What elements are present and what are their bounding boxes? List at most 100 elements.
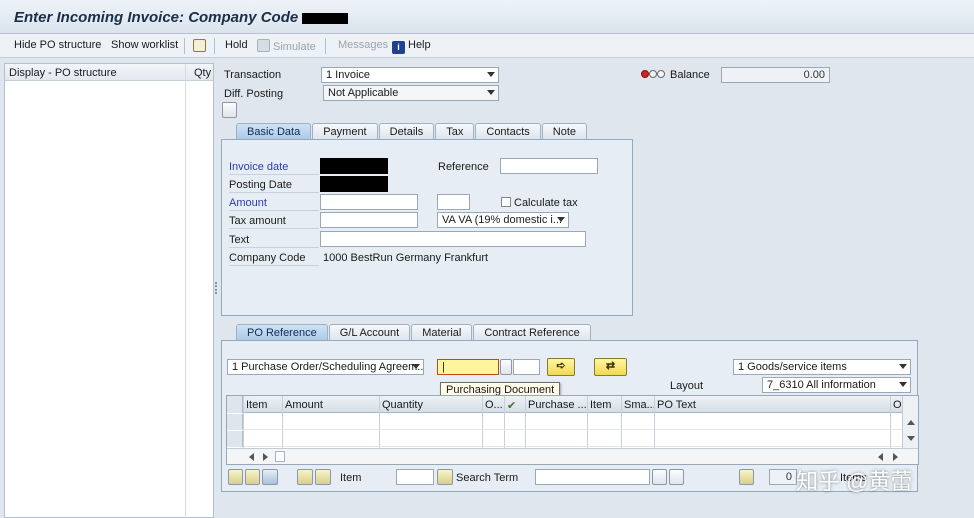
col-po-text[interactable]: PO Text (657, 399, 887, 411)
table-row[interactable] (227, 414, 902, 430)
purchasing-document-input[interactable]: | (437, 359, 499, 375)
multiple-selection-button[interactable]: ⇄ (594, 358, 627, 376)
tab-details[interactable]: Details (378, 123, 435, 140)
col-item[interactable]: Item (246, 399, 280, 411)
scroll-right-icon[interactable] (263, 453, 268, 461)
show-worklist-button[interactable]: Show worklist (111, 39, 178, 51)
doc-icon-button[interactable] (193, 39, 209, 53)
tab-payment[interactable]: Payment (312, 123, 378, 140)
amount-input[interactable] (320, 194, 418, 210)
currency-input[interactable] (437, 194, 470, 210)
hold-button[interactable]: Hold (225, 39, 248, 51)
tab-gl-account[interactable]: G/L Account (328, 324, 411, 341)
text-input[interactable] (320, 231, 586, 247)
messages-button[interactable]: Messages (338, 39, 388, 51)
tab-po-reference[interactable]: PO Reference (236, 324, 328, 341)
find-icon[interactable] (652, 469, 667, 485)
table-vertical-scrollbar[interactable] (902, 396, 918, 448)
diff-posting-dropdown[interactable]: Not Applicable (323, 85, 499, 101)
green-check-icon: ✔ (507, 400, 517, 412)
scroll-up-icon[interactable] (907, 420, 915, 425)
refresh-button[interactable] (262, 469, 278, 485)
chevron-down-icon (557, 217, 565, 222)
search-term-icon[interactable] (437, 469, 453, 485)
invoice-items-table: Item Amount Quantity O... ✔ Purchase ...… (226, 395, 919, 465)
search-term-input[interactable] (535, 469, 650, 485)
chevron-down-icon (487, 72, 495, 77)
transaction-dropdown[interactable]: 1 Invoice (321, 67, 499, 83)
panel-splitter[interactable] (215, 282, 217, 294)
scroll-right-end-icon[interactable] (893, 453, 898, 461)
tab-tax[interactable]: Tax (435, 123, 475, 140)
col-purchase-doc[interactable]: Purchase ... (528, 399, 588, 411)
deselect-all-button[interactable] (245, 469, 260, 485)
col-display-po-structure[interactable]: Display - PO structure (9, 67, 117, 79)
table-header: Item Amount Quantity O... ✔ Purchase ...… (227, 396, 905, 413)
chevron-down-icon (412, 364, 420, 369)
tax-code-dropdown[interactable]: VA VA (19% domestic i... (437, 212, 569, 228)
title-bar: Enter Incoming Invoice: Company Code (0, 0, 974, 34)
find-next-icon[interactable] (669, 469, 684, 485)
po-reference-tabstrip: PO Reference G/L Account Material Contra… (236, 324, 592, 341)
multiple-selection-icon: ⇄ (605, 360, 616, 372)
reference-label: Reference (438, 161, 489, 173)
goods-service-items-dropdown[interactable]: 1 Goods/service items (733, 359, 911, 375)
posting-date-field-redacted[interactable] (320, 176, 388, 192)
transfer-po-button[interactable]: ➪ (547, 358, 575, 376)
filter-icon[interactable] (315, 469, 331, 485)
item-input[interactable] (396, 469, 434, 485)
balance-label: Balance (670, 69, 710, 81)
select-all-button[interactable] (228, 469, 243, 485)
simulate-label: Simulate (273, 41, 316, 53)
scroll-down-icon[interactable] (907, 436, 915, 441)
col-po-item[interactable]: Item (590, 399, 620, 411)
balance-field: 0.00 (721, 67, 830, 83)
transaction-value: 1 Invoice (326, 69, 371, 81)
hide-po-structure-button[interactable]: Hide PO structure (14, 39, 101, 51)
reference-input[interactable] (500, 158, 598, 174)
details-toggle-button[interactable] (222, 102, 237, 118)
toolbar-separator (325, 38, 326, 54)
sort-button[interactable] (297, 469, 313, 485)
tab-note[interactable]: Note (541, 123, 588, 140)
reference-document-type-dropdown[interactable]: 1 Purchase Order/Scheduling Agreem... (227, 359, 424, 375)
transaction-label: Transaction (224, 69, 282, 81)
col-amount[interactable]: Amount (285, 399, 375, 411)
tax-amount-input[interactable] (320, 212, 418, 228)
tax-amount-label: Tax amount (229, 215, 319, 229)
window-title: Enter Incoming Invoice: Company Code (14, 9, 349, 26)
tab-contacts[interactable]: Contacts (475, 123, 541, 140)
row-selector[interactable] (227, 431, 243, 447)
diff-posting-label: Diff. Posting (224, 88, 284, 100)
select-all-cell[interactable] (227, 396, 243, 413)
tab-material[interactable]: Material (411, 324, 473, 341)
scroll-left-icon[interactable] (249, 453, 254, 461)
help-button[interactable]: i Help (392, 39, 431, 54)
company-code-label: Company Code (229, 252, 319, 266)
calculate-tax-checkbox[interactable] (501, 197, 511, 207)
scroll-thumb[interactable] (275, 451, 285, 462)
po-structure-panel: Display - PO structure Qty (4, 63, 214, 518)
col-qty[interactable]: Qty (194, 67, 211, 79)
tax-code-value: VA VA (19% domestic i... (442, 214, 563, 226)
text-label: Text (229, 234, 319, 248)
tab-contract-reference[interactable]: Contract Reference (473, 324, 591, 341)
chevron-down-icon (487, 90, 495, 95)
row-selector[interactable] (227, 414, 243, 430)
calculator-icon[interactable] (739, 469, 754, 485)
scroll-left-end-icon[interactable] (878, 453, 883, 461)
watermark: 知乎 @黄蕾 (796, 469, 913, 494)
table-row[interactable] (227, 431, 902, 447)
table-horizontal-scrollbar[interactable] (227, 448, 918, 464)
layout-dropdown[interactable]: 7_6310 All information (762, 377, 911, 393)
invoice-date-field-redacted[interactable] (320, 158, 388, 174)
col-quantity[interactable]: Quantity (382, 399, 480, 411)
posting-date-label: Posting Date (229, 179, 319, 193)
tab-basic-data[interactable]: Basic Data (236, 123, 312, 140)
po-item-input[interactable] (513, 359, 540, 375)
simulate-button[interactable]: Simulate (257, 39, 316, 53)
search-help-button[interactable] (500, 359, 512, 375)
po-structure-header: Display - PO structure Qty (5, 64, 213, 518)
col-sma[interactable]: Sma... (624, 399, 654, 411)
search-term-label: Search Term (456, 472, 519, 484)
